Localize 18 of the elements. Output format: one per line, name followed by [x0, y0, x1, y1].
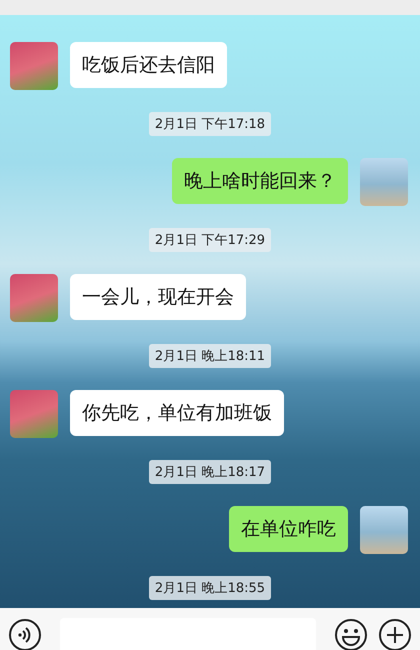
avatar-photo[interactable] — [360, 506, 408, 554]
plus-icon[interactable] — [378, 618, 412, 650]
emoji-icon[interactable] — [334, 618, 368, 650]
timestamp: 2月1日 晚上18:17 — [148, 460, 272, 484]
message-bubble: 吃饭后还去信阳 — [70, 42, 227, 88]
avatar-photo[interactable] — [360, 158, 408, 206]
timestamp: 2月1日 晚上18:11 — [148, 344, 272, 368]
message-bubble: 在单位咋吃 — [229, 506, 348, 552]
voice-icon[interactable] — [8, 618, 42, 650]
timestamp: 2月1日 下午17:29 — [148, 228, 272, 252]
message-bubble: 一会儿，现在开会 — [70, 274, 246, 320]
timestamp: 2月1日 晚上18:55 — [148, 576, 272, 600]
avatar-photo[interactable] — [10, 42, 58, 90]
message-bubble: 晚上啥时能回来？ — [172, 158, 348, 204]
avatar-photo[interactable] — [10, 390, 58, 438]
avatar-photo[interactable] — [10, 274, 58, 322]
message-bubble: 你先吃，单位有加班饭 — [70, 390, 284, 436]
timestamp: 2月1日 下午17:18 — [148, 112, 272, 136]
